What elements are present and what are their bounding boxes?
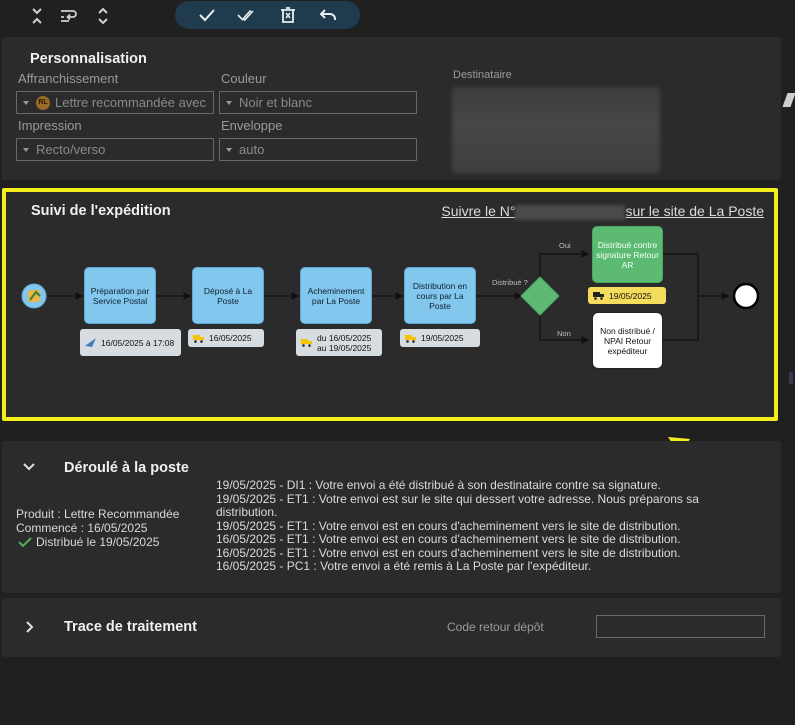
status-text: Distribué le 19/05/2025 <box>36 535 160 549</box>
undo-icon[interactable] <box>315 3 341 27</box>
delete-icon[interactable] <box>275 3 301 27</box>
date-depose: 16/05/2025 <box>209 333 252 343</box>
edge-marker <box>789 372 793 384</box>
commence-text: Commencé : 16/05/2025 <box>16 521 148 535</box>
event-item: 19/05/2025 - DI1 : Votre envoi a été dis… <box>216 478 661 492</box>
date-chip-distribution: 19/05/2025 <box>400 329 480 347</box>
code-retour-input[interactable] <box>596 615 765 638</box>
dropdown-caret-icon <box>23 100 29 105</box>
wrap-icon[interactable] <box>57 4 81 28</box>
couleur-select[interactable]: Noir et blanc <box>219 91 417 114</box>
outcome-non-distribue[interactable]: Non distribué / NPAI Retour expéditeur <box>592 312 663 369</box>
couleur-value: Noir et blanc <box>239 95 312 110</box>
date-chip-distribue: 19/05/2025 <box>588 287 666 304</box>
date-chip-acheminement: du 16/05/2025 au 19/05/2025 <box>296 329 382 356</box>
couleur-label: Couleur <box>221 71 267 86</box>
dropdown-caret-icon <box>226 147 232 152</box>
deroule-title: Déroulé à la poste <box>64 460 189 476</box>
outcome-distribue[interactable]: Distribué contre signature Retour AR <box>592 226 663 283</box>
branch-no-label: Non <box>557 329 571 338</box>
event-item: 16/05/2025 - PC1 : Votre envoi a été rem… <box>216 559 592 573</box>
enveloppe-select[interactable]: auto <box>219 138 417 161</box>
enveloppe-value: auto <box>239 142 265 157</box>
personnalisation-card: Personnalisation Affranchissement RL Let… <box>2 37 781 180</box>
code-retour-label: Code retour dépôt <box>447 620 544 634</box>
plane-icon <box>85 338 96 347</box>
double-check-icon[interactable] <box>234 3 260 27</box>
date-chip-depose: 16/05/2025 <box>188 329 264 347</box>
date-distribution: 19/05/2025 <box>421 333 464 343</box>
destinataire-redacted <box>452 87 660 173</box>
truck-icon <box>301 339 312 347</box>
trace-card: Trace de traitement Code retour dépôt <box>2 598 781 657</box>
gateway-label: Distribué ? <box>492 278 528 287</box>
expand-all-icon[interactable] <box>91 4 115 28</box>
event-item: 16/05/2025 - ET1 : Votre envoi est en co… <box>216 532 681 546</box>
date-chip-preparation: 16/05/2025 à 17:08 <box>80 329 181 356</box>
rl-badge-icon: RL <box>36 95 50 110</box>
affranchissement-select[interactable]: RL Lettre recommandée avec <box>16 91 214 114</box>
suivi-card: Suivi de l'expédition Suivre le N° sur le… <box>2 188 778 421</box>
date-preparation: 16/05/2025 à 17:08 <box>101 337 175 348</box>
deroule-card: Déroulé à la poste Produit : Lettre Reco… <box>2 441 781 593</box>
step-acheminement[interactable]: Acheminement par La Poste <box>300 267 372 324</box>
step-preparation[interactable]: Préparation par Service Postal <box>84 267 156 324</box>
truck-icon <box>593 292 604 300</box>
truck-icon <box>193 334 204 343</box>
affranchissement-label: Affranchissement <box>18 71 119 86</box>
dropdown-caret-icon <box>226 100 232 105</box>
end-event <box>732 282 760 310</box>
branch-yes-label: Oui <box>559 241 571 250</box>
date-distribue: 19/05/2025 <box>609 290 652 301</box>
dropdown-caret-icon <box>23 147 29 152</box>
date-acheminement: du 16/05/2025 au 19/05/2025 <box>317 332 372 353</box>
edge-pencil-icon <box>782 93 795 107</box>
chevron-right-icon[interactable] <box>24 620 36 634</box>
bulk-actions-bar <box>175 1 360 29</box>
collapse-all-icon[interactable] <box>25 4 49 28</box>
event-item: 16/05/2025 - ET1 : Votre envoi est en co… <box>216 545 681 560</box>
enveloppe-label: Enveloppe <box>221 118 283 133</box>
produit-text: Produit : Lettre Recommandée <box>16 507 180 521</box>
events-list: 19/05/2025 - DI1 : Votre envoi a été dis… <box>216 478 756 574</box>
status-line: Distribué le 19/05/2025 <box>18 535 159 549</box>
check-icon[interactable] <box>194 3 220 27</box>
trace-title: Trace de traitement <box>64 619 197 635</box>
event-item: 19/05/2025 - ET1 : Votre envoi est sur l… <box>216 491 699 519</box>
truck-icon <box>405 334 416 343</box>
impression-value: Recto/verso <box>36 142 106 157</box>
affranchissement-value: Lettre recommandée avec <box>55 95 207 110</box>
chevron-down-icon[interactable] <box>22 461 36 473</box>
impression-label: Impression <box>18 118 82 133</box>
step-depose[interactable]: Déposé à La Poste <box>192 267 264 324</box>
step-distribution[interactable]: Distribution en cours par La Poste <box>404 267 476 324</box>
impression-select[interactable]: Recto/verso <box>16 138 214 161</box>
destinataire-label: Destinataire <box>453 69 512 81</box>
event-item: 19/05/2025 - ET1 : Votre envoi est en co… <box>216 518 681 533</box>
personnalisation-title: Personnalisation <box>30 51 147 67</box>
check-icon <box>18 537 32 548</box>
start-event-icon <box>28 290 41 302</box>
